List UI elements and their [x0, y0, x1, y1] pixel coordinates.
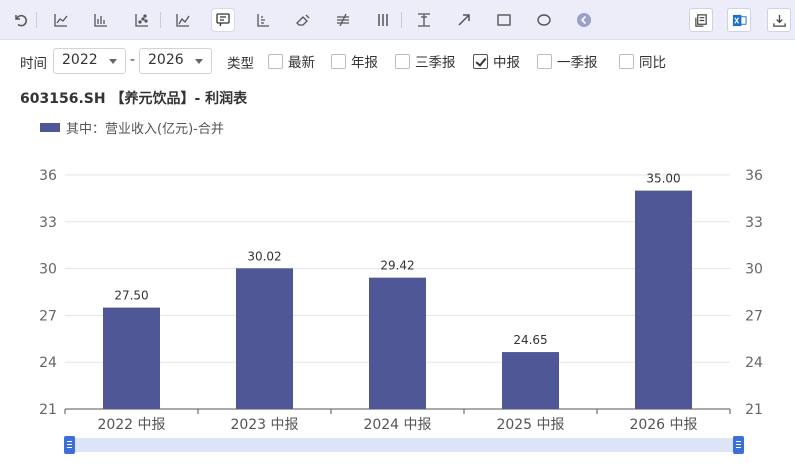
zoom-slider-track[interactable] — [68, 438, 738, 452]
zoom-slider-right-handle[interactable] — [733, 436, 744, 454]
bar-chart: 21 21 24 24 27 27 30 30 33 33 36 36 27.50 2022 中报 30.0… — [39, 168, 763, 433]
x-tick-label: 2025 中报 — [496, 417, 564, 433]
y-tick-label-left: 36 — [39, 168, 57, 184]
y-tick-label-right: 27 — [745, 308, 763, 324]
y-tick-label-right: 24 — [745, 355, 763, 371]
x-tick-label: 2026 中报 — [629, 417, 697, 433]
zoom-slider-left-handle[interactable] — [64, 436, 75, 454]
bar — [635, 190, 692, 409]
data-label: 30.02 — [247, 249, 281, 263]
bar — [103, 307, 160, 409]
x-tick-label: 2022 中报 — [97, 417, 165, 433]
y-tick-label-left: 30 — [39, 262, 57, 278]
y-tick-label-right: 21 — [745, 402, 763, 418]
y-tick-label-left: 21 — [39, 402, 57, 418]
x-tick-label: 2023 中报 — [230, 417, 298, 433]
data-label: 35.00 — [646, 172, 680, 186]
data-label: 27.50 — [114, 289, 148, 303]
y-tick-label-right: 33 — [745, 215, 763, 231]
bar — [369, 277, 426, 409]
bar — [502, 352, 559, 409]
y-tick-label-left: 27 — [39, 308, 57, 324]
bar — [236, 268, 293, 409]
data-label: 24.65 — [513, 333, 547, 347]
data-label: 29.42 — [380, 259, 414, 273]
y-tick-label-left: 24 — [39, 355, 57, 371]
x-tick-label: 2024 中报 — [363, 417, 431, 433]
y-tick-label-right: 36 — [745, 168, 763, 184]
y-tick-label-left: 33 — [39, 215, 57, 231]
y-tick-label-right: 30 — [745, 262, 763, 278]
